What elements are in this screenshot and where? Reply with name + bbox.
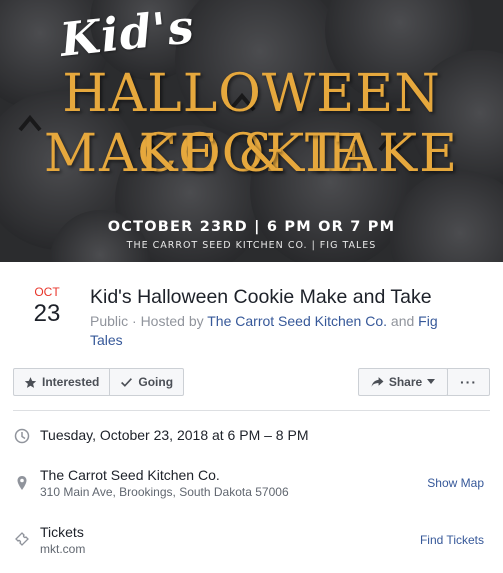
map-pin-icon xyxy=(17,476,27,490)
ticket-icon xyxy=(15,532,29,546)
event-title: Kid's Halloween Cookie Make and Take xyxy=(90,286,432,308)
venue-address: 310 Main Ave, Brookings, South Dakota 57… xyxy=(40,485,289,499)
going-button[interactable]: Going xyxy=(109,369,183,395)
host-link-carrot-seed[interactable]: The Carrot Seed Kitchen Co. xyxy=(207,313,387,329)
event-cover-image[interactable]: Kid's HALLOWEEN COOKIE MAKE & TAKE OCTOB… xyxy=(0,0,503,262)
section-divider xyxy=(13,410,490,411)
banner-sub-line: THE CARROT SEED KITCHEN CO. | FIG TALES xyxy=(126,240,377,251)
tickets-label: Tickets xyxy=(40,524,84,540)
event-host-line: Public · Hosted by The Carrot Seed Kitch… xyxy=(90,312,470,350)
share-arrow-icon xyxy=(371,377,384,387)
banner-headline-line2: MAKE & TAKE xyxy=(43,124,460,184)
event-date-badge: OCT 23 xyxy=(22,285,72,328)
banner-date-line: OCTOBER 23RD | 6 PM OR 7 PM xyxy=(107,219,396,235)
interested-button[interactable]: Interested xyxy=(14,369,109,395)
share-button[interactable]: Share xyxy=(358,368,448,396)
more-options-button[interactable]: ··· xyxy=(447,368,490,396)
chevron-down-icon xyxy=(427,379,436,384)
going-label: Going xyxy=(138,375,174,389)
rsvp-button-group: Interested Going xyxy=(13,368,185,396)
find-tickets-link[interactable]: Find Tickets xyxy=(420,533,484,547)
host-separator: and xyxy=(387,313,419,329)
event-datetime: Tuesday, October 23, 2018 at 6 PM – 8 PM xyxy=(40,427,309,443)
event-month: OCT xyxy=(34,285,60,299)
tickets-site: mkt.com xyxy=(40,542,86,556)
venue-name[interactable]: The Carrot Seed Kitchen Co. xyxy=(40,467,220,483)
clock-icon xyxy=(14,428,30,444)
interested-label: Interested xyxy=(42,375,100,389)
star-icon xyxy=(24,376,37,388)
checkmark-icon xyxy=(121,377,133,387)
event-day: 23 xyxy=(33,300,61,327)
event-privacy: Public · Hosted by xyxy=(90,313,208,329)
show-map-link[interactable]: Show Map xyxy=(427,476,484,490)
share-label: Share xyxy=(388,375,423,389)
